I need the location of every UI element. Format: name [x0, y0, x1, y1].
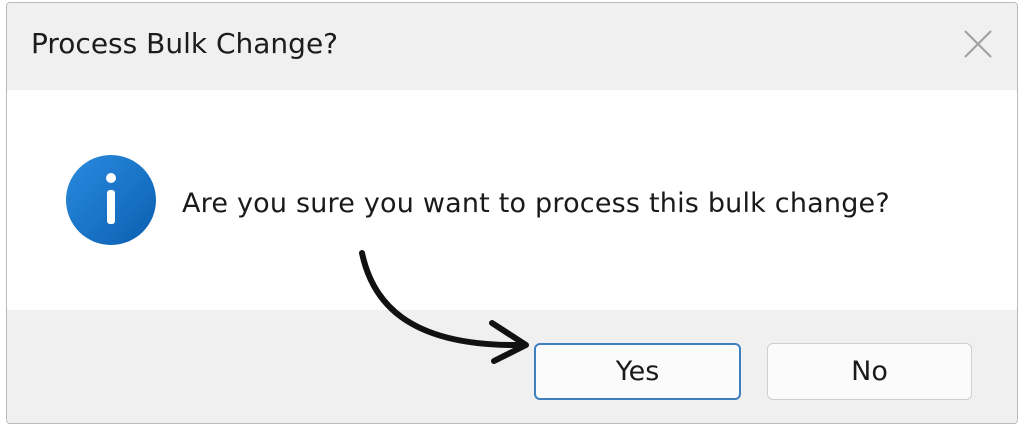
curved-arrow-icon — [359, 250, 529, 364]
dialog-title: Process Bulk Change? — [31, 27, 339, 60]
dialog-message: Are you sure you want to process this bu… — [182, 188, 890, 219]
no-button[interactable]: No — [767, 343, 972, 400]
yes-button[interactable]: Yes — [534, 343, 741, 400]
close-button[interactable] — [961, 27, 995, 61]
close-icon — [964, 30, 992, 58]
title-bar[interactable]: Process Bulk Change? — [7, 3, 1017, 90]
info-icon — [66, 155, 156, 245]
